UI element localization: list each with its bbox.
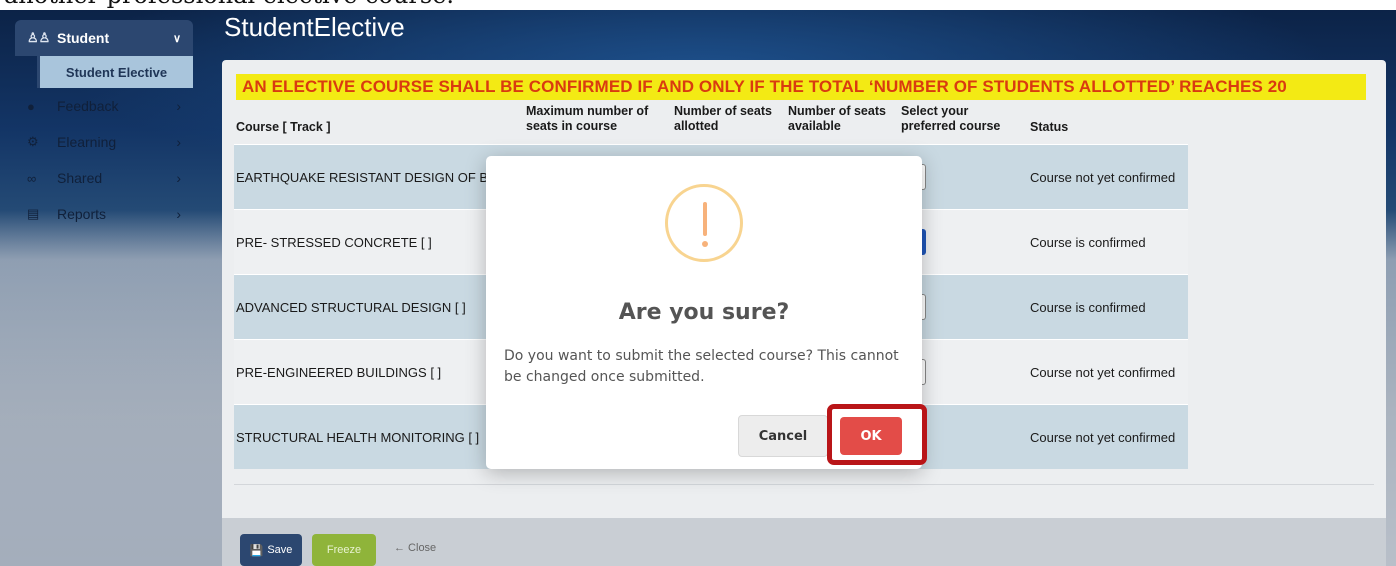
dialog-message: Do you want to submit the selected cours… xyxy=(504,348,899,385)
dialog-title: Are you sure? xyxy=(618,300,790,325)
cancel-button[interactable]: Cancel xyxy=(738,415,828,457)
ok-highlight-box xyxy=(827,404,927,465)
warning-icon xyxy=(665,184,743,262)
